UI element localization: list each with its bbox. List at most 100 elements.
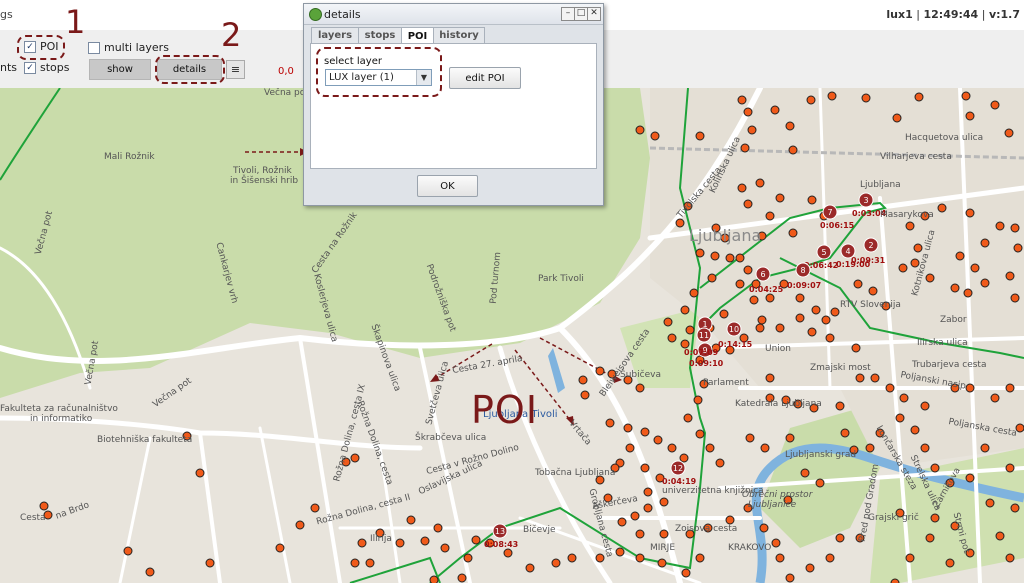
poi-marker[interactable]: [551, 558, 561, 568]
poi-marker[interactable]: [693, 395, 703, 405]
poi-marker[interactable]: [945, 558, 955, 568]
poi-marker[interactable]: [685, 325, 695, 335]
poi-marker[interactable]: [725, 253, 735, 263]
poi-marker[interactable]: [757, 315, 767, 325]
poi-marker[interactable]: [990, 393, 1000, 403]
poi-marker[interactable]: [825, 553, 835, 563]
poi-marker[interactable]: [775, 553, 785, 563]
poi-marker[interactable]: [433, 523, 443, 533]
poi-marker[interactable]: [895, 413, 905, 423]
tab-history[interactable]: history: [433, 27, 485, 43]
poi-marker[interactable]: [640, 463, 650, 473]
poi-marker[interactable]: [905, 221, 915, 231]
poi-marker[interactable]: [785, 433, 795, 443]
poi-marker[interactable]: [630, 511, 640, 521]
poi-marker[interactable]: [930, 463, 940, 473]
poi-marker[interactable]: [743, 107, 753, 117]
maximize-button[interactable]: □: [574, 7, 588, 21]
poi-marker[interactable]: [710, 251, 720, 261]
poi-marker[interactable]: [765, 211, 775, 221]
poi-marker[interactable]: [785, 573, 795, 583]
poi-marker[interactable]: [835, 401, 845, 411]
menu-button[interactable]: ≡: [226, 60, 245, 79]
poi-marker[interactable]: [667, 443, 677, 453]
poi-marker[interactable]: [737, 95, 747, 105]
poi-marker[interactable]: [680, 339, 690, 349]
poi-marker[interactable]: [695, 131, 705, 141]
poi-marker[interactable]: [963, 288, 973, 298]
poi-marker[interactable]: [955, 251, 965, 261]
poi-marker[interactable]: [440, 543, 450, 553]
tab-layers[interactable]: layers: [311, 27, 359, 43]
poi-marker[interactable]: [785, 121, 795, 131]
poi-marker[interactable]: [990, 100, 1000, 110]
poi-marker[interactable]: [350, 453, 360, 463]
poi-marker[interactable]: [705, 443, 715, 453]
poi-marker[interactable]: [1005, 271, 1015, 281]
poi-marker[interactable]: [617, 517, 627, 527]
poi-marker[interactable]: [195, 468, 205, 478]
poi-marker[interactable]: [807, 195, 817, 205]
poi-marker[interactable]: [1005, 553, 1015, 563]
poi-marker[interactable]: [663, 317, 673, 327]
poi-marker[interactable]: [800, 468, 810, 478]
poi-marker[interactable]: [657, 558, 667, 568]
poi-marker[interactable]: [680, 305, 690, 315]
poi-marker[interactable]: [567, 553, 577, 563]
poi-marker[interactable]: [695, 553, 705, 563]
poi-marker[interactable]: [659, 497, 669, 507]
poi-marker[interactable]: [788, 145, 798, 155]
poi-marker[interactable]: [913, 243, 923, 253]
poi-marker[interactable]: [635, 553, 645, 563]
poi-marker[interactable]: [775, 193, 785, 203]
poi-marker[interactable]: [365, 558, 375, 568]
poi-marker[interactable]: [760, 443, 770, 453]
poi-marker[interactable]: [695, 429, 705, 439]
tab-poi[interactable]: POI: [401, 27, 434, 44]
poi-marker[interactable]: [835, 533, 845, 543]
poi-marker[interactable]: [965, 208, 975, 218]
poi-marker[interactable]: [743, 265, 753, 275]
poi-marker[interactable]: [806, 95, 816, 105]
poi-marker[interactable]: [1010, 503, 1020, 513]
poi-marker[interactable]: [747, 125, 757, 135]
poi-marker[interactable]: [995, 531, 1005, 541]
tab-stops[interactable]: stops: [358, 27, 402, 43]
poi-marker[interactable]: [463, 553, 473, 563]
poi-marker[interactable]: [310, 503, 320, 513]
poi-marker[interactable]: [1010, 293, 1020, 303]
poi-marker[interactable]: [825, 333, 835, 343]
poi-marker[interactable]: [765, 373, 775, 383]
poi-marker[interactable]: [525, 563, 535, 573]
poi-marker[interactable]: [725, 515, 735, 525]
poi-marker[interactable]: [970, 263, 980, 273]
poi-marker[interactable]: [420, 536, 430, 546]
poi-marker[interactable]: [740, 143, 750, 153]
poi-marker[interactable]: [1004, 128, 1014, 138]
poi-marker[interactable]: [295, 520, 305, 530]
poi-marker[interactable]: [892, 113, 902, 123]
poi-marker[interactable]: [659, 529, 669, 539]
poi-marker[interactable]: [1013, 243, 1023, 253]
poi-marker[interactable]: [145, 567, 155, 577]
poi-marker[interactable]: [689, 288, 699, 298]
ok-button[interactable]: OK: [417, 175, 478, 197]
details-dialog[interactable]: details – □ ✕ layers stops POI history s…: [303, 3, 604, 206]
poi-marker[interactable]: [681, 568, 691, 578]
poi-marker[interactable]: [965, 383, 975, 393]
poi-marker[interactable]: [275, 543, 285, 553]
poi-marker[interactable]: [965, 111, 975, 121]
stop-marker[interactable]: 12 0:04:19: [662, 460, 697, 486]
poi-marker[interactable]: [788, 228, 798, 238]
poi-marker[interactable]: [821, 315, 831, 325]
poi-marker[interactable]: [650, 131, 660, 141]
poi-marker[interactable]: [429, 575, 439, 583]
poi-marker[interactable]: [640, 427, 650, 437]
poi-marker[interactable]: [350, 558, 360, 568]
show-button[interactable]: show: [89, 59, 151, 80]
poi-marker[interactable]: [395, 538, 405, 548]
poi-marker[interactable]: [605, 418, 615, 428]
poi-marker[interactable]: [920, 401, 930, 411]
poi-marker[interactable]: [735, 279, 745, 289]
poi-marker[interactable]: [775, 323, 785, 333]
